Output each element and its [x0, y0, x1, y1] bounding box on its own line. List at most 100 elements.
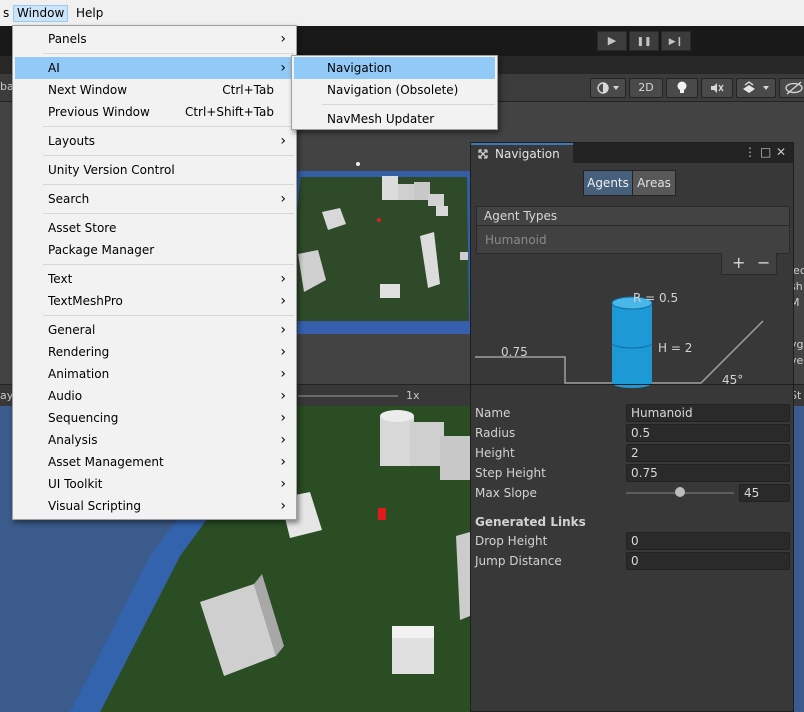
- shading-icon: [597, 82, 619, 94]
- height-field[interactable]: 2: [626, 444, 790, 462]
- menu-item-next-window[interactable]: Next Window Ctrl+Tab: [15, 79, 294, 101]
- agent-type-item[interactable]: Humanoid: [476, 226, 790, 254]
- jump-distance-field[interactable]: 0: [626, 552, 790, 570]
- chevron-right-icon: ›: [280, 31, 286, 47]
- menu-item-package-manager[interactable]: Package Manager: [15, 239, 294, 261]
- chevron-right-icon: ›: [280, 498, 286, 514]
- jump-distance-row: Jump Distance 0: [475, 551, 791, 571]
- menu-item-previous[interactable]: s: [0, 5, 12, 22]
- visibility-toggle[interactable]: [779, 78, 804, 98]
- agent-diagram-graphic: [475, 296, 764, 388]
- max-slope-row: Max Slope 45: [475, 483, 791, 503]
- max-slope-field[interactable]: 45: [739, 484, 790, 502]
- menu-item-unity-version-control[interactable]: Unity Version Control: [15, 159, 294, 181]
- chevron-right-icon: ›: [280, 60, 286, 76]
- menu-separator: [43, 53, 294, 54]
- menu-item-text[interactable]: Text ›: [15, 268, 294, 290]
- radius-row: Radius 0.5: [475, 423, 791, 443]
- submenu-item-navigation-obsolete[interactable]: Navigation (Obsolete): [294, 79, 495, 101]
- scale-slider-track[interactable]: [298, 395, 398, 397]
- menu-separator: [43, 184, 294, 185]
- navigation-window: Navigation ⋮ □ ✕ Agents Areas Agent Type…: [470, 142, 794, 712]
- name-row: Name Humanoid: [475, 403, 791, 423]
- tab-navigation[interactable]: Navigation: [471, 143, 573, 163]
- menu-separator: [43, 126, 294, 127]
- effects-dropdown[interactable]: [736, 78, 776, 98]
- menu-item-help[interactable]: Help: [73, 5, 106, 22]
- radius-label: R = 0.5: [633, 291, 679, 305]
- menu-separator: [322, 104, 495, 105]
- menu-separator: [43, 155, 294, 156]
- audio-toggle[interactable]: [701, 78, 733, 98]
- menu-item-textmeshpro[interactable]: TextMeshPro ›: [15, 290, 294, 312]
- ai-submenu: Navigation Navigation (Obsolete) NavMesh…: [291, 55, 498, 130]
- step-height-field[interactable]: 0.75: [626, 464, 790, 482]
- maximize-icon[interactable]: □: [760, 143, 771, 163]
- agent-types-header: Agent Types: [476, 206, 790, 226]
- menu-item-search[interactable]: Search ›: [15, 188, 294, 210]
- list-controls: + −: [721, 253, 777, 275]
- menu-separator: [43, 213, 294, 214]
- menu-item-sequencing[interactable]: Sequencing ›: [15, 407, 294, 429]
- window-menu-icon[interactable]: ⋮: [744, 143, 756, 163]
- chevron-right-icon: ›: [280, 344, 286, 360]
- tab-areas[interactable]: Areas: [632, 170, 676, 196]
- menu-item-audio[interactable]: Audio ›: [15, 385, 294, 407]
- menu-item-general[interactable]: General ›: [15, 319, 294, 341]
- scale-label: 1x: [406, 389, 420, 402]
- remove-icon[interactable]: −: [757, 254, 770, 272]
- generated-links-header: Generated Links: [475, 515, 586, 529]
- chevron-right-icon: ›: [280, 322, 286, 338]
- chevron-right-icon: ›: [280, 454, 286, 470]
- drop-height-field[interactable]: 0: [626, 532, 790, 550]
- layers-icon: [743, 81, 769, 93]
- chevron-right-icon: ›: [280, 432, 286, 448]
- close-icon[interactable]: ✕: [776, 143, 786, 163]
- menu-separator: [43, 264, 294, 265]
- hidden-eye-icon: [785, 81, 803, 95]
- chevron-right-icon: ›: [280, 388, 286, 404]
- menu-item-visual-scripting[interactable]: Visual Scripting ›: [15, 495, 294, 517]
- lighting-toggle[interactable]: [666, 78, 698, 98]
- shading-mode-button[interactable]: [590, 78, 626, 98]
- height-label: H = 2: [658, 341, 693, 355]
- submenu-item-navigation[interactable]: Navigation: [294, 57, 495, 79]
- chevron-right-icon: ›: [280, 271, 286, 287]
- agent-diagram: R = 0.5 H = 2 0.75 45°: [471, 281, 793, 389]
- window-menu: Panels › AI › Next Window Ctrl+Tab Previous…: [12, 25, 297, 520]
- chevron-right-icon: ›: [280, 191, 286, 207]
- chevron-right-icon: ›: [280, 410, 286, 426]
- menu-item-animation[interactable]: Animation ›: [15, 363, 294, 385]
- menu-item-previous-window[interactable]: Previous Window Ctrl+Shift+Tab: [15, 101, 294, 123]
- menu-item-window[interactable]: Window: [13, 5, 69, 22]
- menu-separator: [43, 315, 294, 316]
- menu-item-layouts[interactable]: Layouts ›: [15, 130, 294, 152]
- play-button[interactable]: ▶: [597, 31, 627, 51]
- tab-agents[interactable]: Agents: [583, 170, 633, 196]
- diagram-divider: [471, 384, 793, 385]
- name-field[interactable]: Humanoid: [626, 404, 790, 422]
- chevron-right-icon: ›: [280, 366, 286, 382]
- menu-item-panels[interactable]: Panels ›: [15, 28, 294, 50]
- play-icon: ▶: [607, 34, 617, 47]
- menu-item-analysis[interactable]: Analysis ›: [15, 429, 294, 451]
- max-slope-slider-thumb[interactable]: [675, 487, 685, 497]
- menu-item-asset-store[interactable]: Asset Store: [15, 217, 294, 239]
- menu-item-ui-toolkit[interactable]: UI Toolkit ›: [15, 473, 294, 495]
- navigation-tab-bar: Navigation ⋮ □ ✕: [471, 143, 793, 163]
- pause-button[interactable]: ❚❚: [629, 31, 659, 51]
- radius-field[interactable]: 0.5: [626, 424, 790, 442]
- toggle-2d-button[interactable]: 2D: [629, 78, 663, 98]
- lightbulb-icon: [677, 81, 687, 93]
- height-row: Height 2: [475, 443, 791, 463]
- step-icon: ▶❙: [668, 37, 684, 47]
- add-icon[interactable]: +: [732, 254, 745, 272]
- menu-item-asset-management[interactable]: Asset Management ›: [15, 451, 294, 473]
- step-button[interactable]: ▶❙: [661, 31, 691, 51]
- agent-types-list: Agent Types Humanoid: [476, 206, 790, 256]
- menu-item-ai[interactable]: AI ›: [15, 57, 294, 79]
- submenu-item-navmesh-updater[interactable]: NavMesh Updater: [294, 108, 495, 130]
- menu-bar: s Window Help: [0, 0, 804, 26]
- chevron-right-icon: ›: [280, 133, 286, 149]
- menu-item-rendering[interactable]: Rendering ›: [15, 341, 294, 363]
